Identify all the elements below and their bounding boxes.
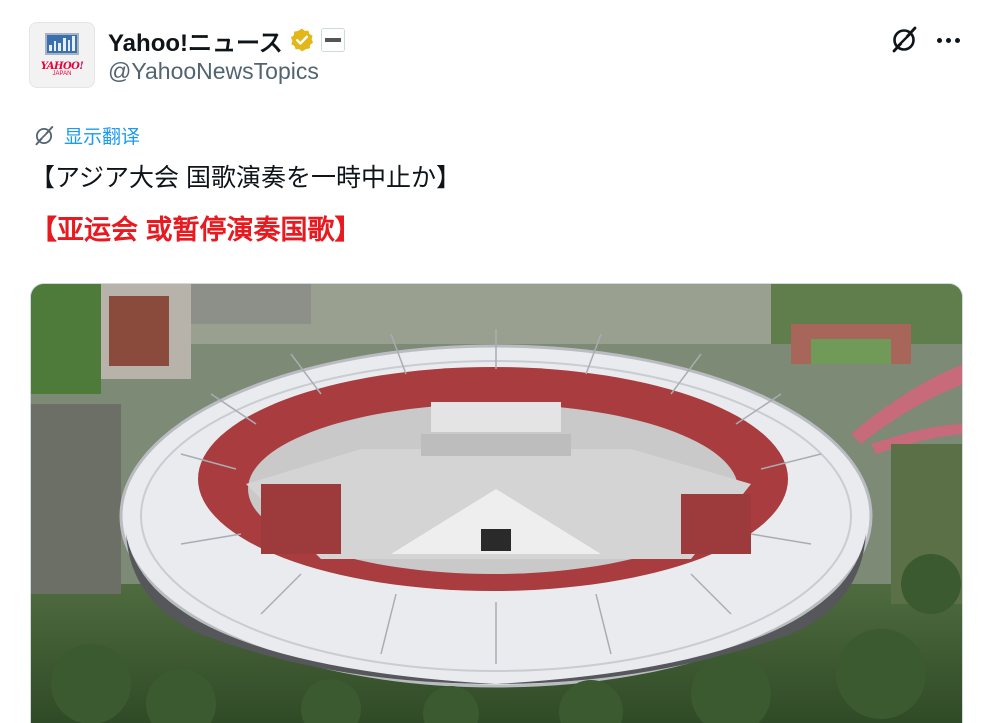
post-text-japanese: 【アジア大会 国歌演奏を一時中止か】	[30, 164, 461, 192]
more-dot	[936, 37, 942, 43]
translate-icon	[35, 125, 54, 145]
avatar-screen-graphic	[45, 33, 79, 55]
author-display-name[interactable]: Yahoo!ニュース	[108, 23, 283, 58]
post-media-photo[interactable]	[30, 283, 963, 723]
show-translation-label: 显示翻译	[64, 127, 141, 148]
author-avatar[interactable]: YAHOO! JAPAN	[29, 22, 95, 88]
stadium-photo	[31, 284, 962, 723]
verified-badge-icon[interactable]	[289, 27, 315, 53]
grok-icon[interactable]	[888, 24, 920, 56]
more-options-icon[interactable]	[932, 26, 964, 54]
author-handle[interactable]: @YahooNewsTopics	[108, 58, 319, 85]
show-translation-link[interactable]: 显示翻译	[32, 122, 140, 149]
author-name-row: Yahoo!ニュース	[108, 23, 345, 58]
affiliate-badge-icon[interactable]	[320, 28, 345, 52]
more-dot	[945, 37, 951, 43]
more-dot	[954, 37, 960, 43]
avatar-logo-sub: JAPAN	[52, 71, 72, 77]
post-text-chinese: 【亚运会 或暂停演奏国歌】	[30, 215, 362, 245]
